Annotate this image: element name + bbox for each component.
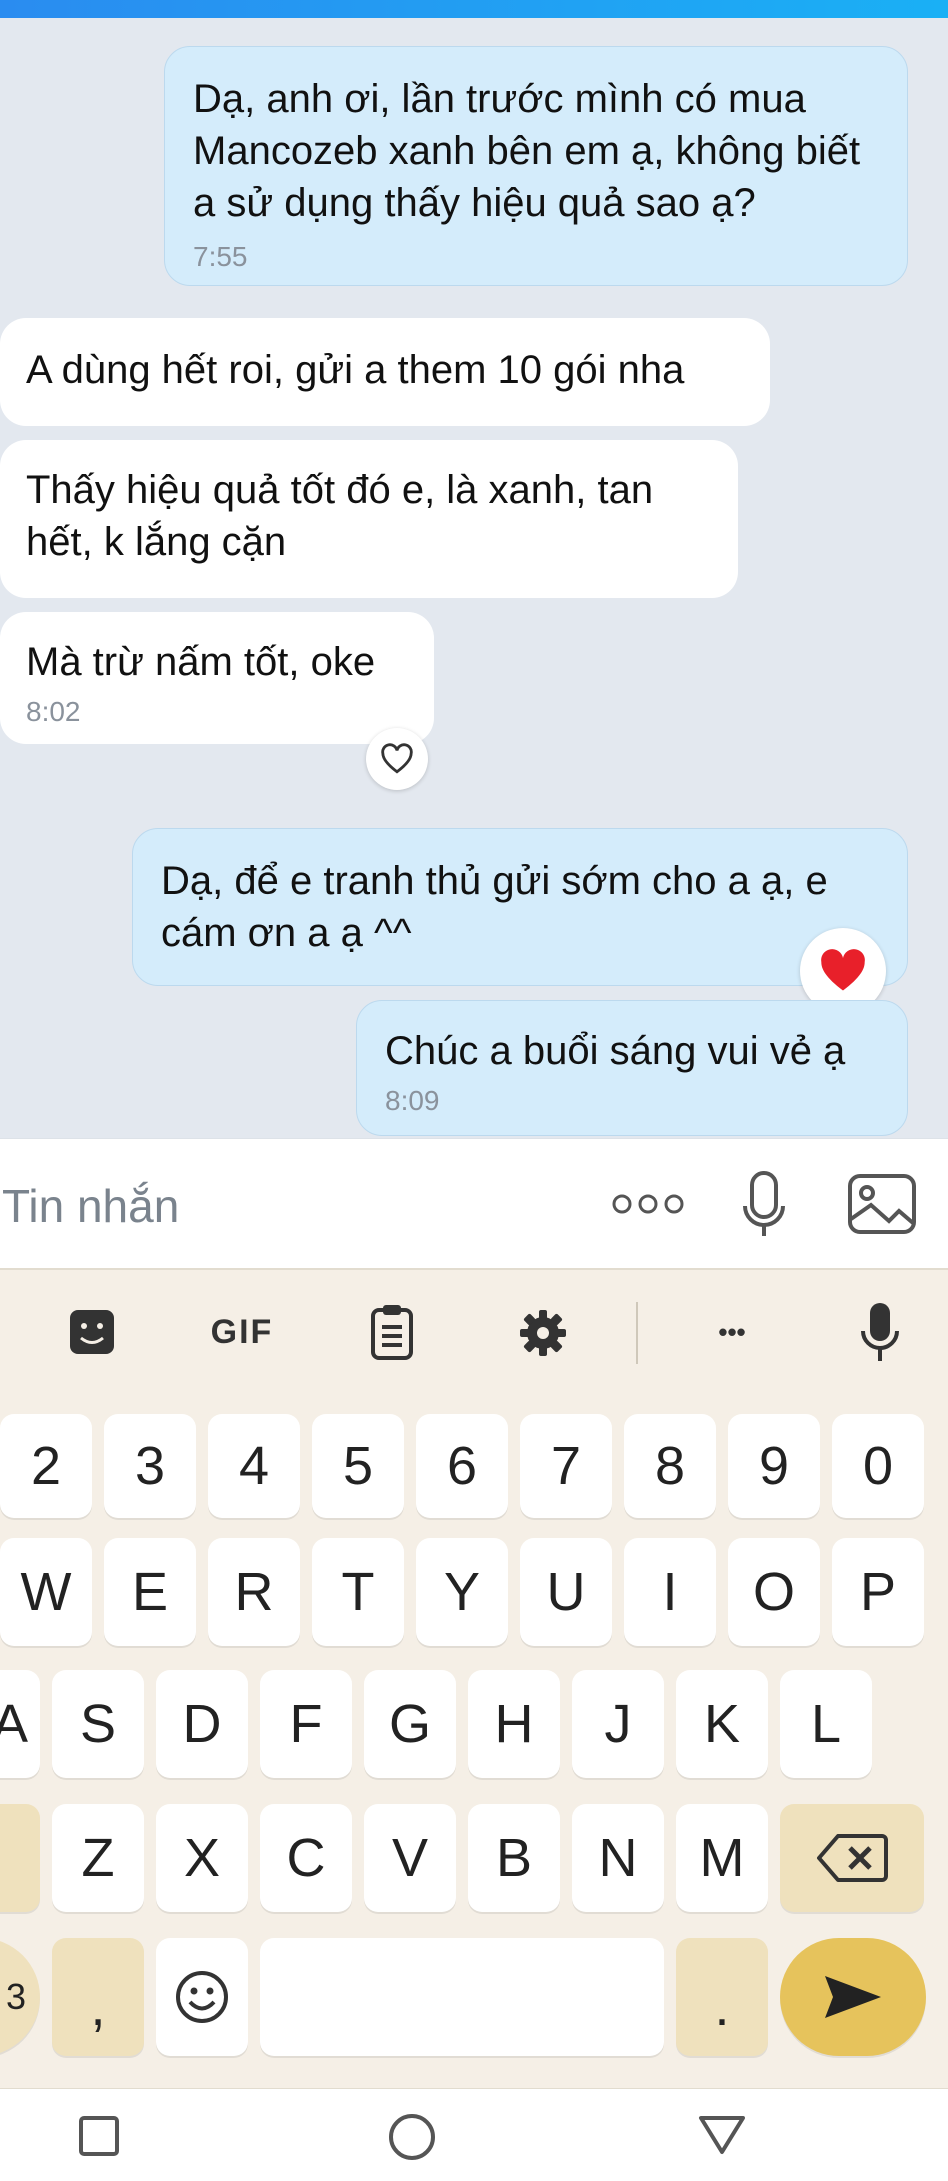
backspace-key[interactable] <box>780 1804 924 1912</box>
key-f[interactable]: F <box>260 1670 352 1778</box>
message-text: Mà trừ nấm tốt, oke <box>26 640 376 684</box>
space-key[interactable] <box>260 1938 664 2056</box>
microphone-icon[interactable] <box>736 1167 792 1243</box>
message-outgoing[interactable]: Dạ, anh ơi, lần trước mình có mua Mancoz… <box>164 46 908 286</box>
voice-input-icon[interactable] <box>854 1298 906 1368</box>
message-time: 8:02 <box>26 696 81 727</box>
shift-key[interactable] <box>0 1804 40 1912</box>
key-0[interactable]: 0 <box>832 1414 924 1518</box>
key-3[interactable]: 3 <box>104 1414 196 1518</box>
comma-key[interactable]: , <box>52 1938 144 2056</box>
recent-apps-icon[interactable] <box>74 2111 124 2161</box>
emoji-key[interactable] <box>156 1938 248 2056</box>
message-input[interactable]: Tin nhắn <box>2 1179 179 1233</box>
message-text: A dùng hết roi, gửi a them 10 gói nha <box>26 348 685 392</box>
key-m[interactable]: M <box>676 1804 768 1912</box>
clipboard-icon[interactable] <box>364 1300 420 1364</box>
key-z[interactable]: Z <box>52 1804 144 1912</box>
key-d[interactable]: D <box>156 1670 248 1778</box>
key-s[interactable]: S <box>52 1670 144 1778</box>
key-e[interactable]: E <box>104 1538 196 1646</box>
key-a[interactable]: A <box>0 1670 40 1778</box>
key-7[interactable]: 7 <box>520 1414 612 1518</box>
message-text: Chúc a buổi sáng vui vẻ ạ <box>385 1029 846 1073</box>
home-icon[interactable] <box>384 2109 440 2165</box>
key-b[interactable]: B <box>468 1804 560 1912</box>
key-r[interactable]: R <box>208 1538 300 1646</box>
key-v[interactable]: V <box>364 1804 456 1912</box>
message-outgoing[interactable]: Chúc a buổi sáng vui vẻ ạ 8:09 <box>356 1000 908 1136</box>
message-text: Dạ, anh ơi, lần trước mình có mua Mancoz… <box>193 77 861 225</box>
key-g[interactable]: G <box>364 1670 456 1778</box>
key-4[interactable]: 4 <box>208 1414 300 1518</box>
emoji-icon <box>176 1971 228 2023</box>
key-j[interactable]: J <box>572 1670 664 1778</box>
react-heart-button[interactable] <box>366 728 428 790</box>
send-icon <box>825 1976 881 2018</box>
back-icon[interactable] <box>694 2109 750 2161</box>
key-w[interactable]: W <box>0 1538 92 1646</box>
toolbar-divider <box>636 1302 638 1364</box>
key-x[interactable]: X <box>156 1804 248 1912</box>
key-c[interactable]: C <box>260 1804 352 1912</box>
more-options-button[interactable]: ••• <box>700 1304 764 1360</box>
key-k[interactable]: K <box>676 1670 768 1778</box>
sticker-icon[interactable] <box>64 1304 120 1360</box>
message-time: 8:09 <box>385 1085 440 1116</box>
key-n[interactable]: N <box>572 1804 664 1912</box>
more-dots-icon[interactable] <box>608 1179 688 1229</box>
status-accent-bar <box>0 0 948 18</box>
key-y[interactable]: Y <box>416 1538 508 1646</box>
system-nav-bar <box>0 2088 948 2181</box>
message-outgoing[interactable]: Dạ, để e tranh thủ gửi sớm cho a ạ, e cá… <box>132 828 908 986</box>
message-text: Thấy hiệu quả tốt đó e, là xanh, tan hết… <box>26 468 654 564</box>
key-i[interactable]: I <box>624 1538 716 1646</box>
message-text: Dạ, để e tranh thủ gửi sớm cho a ạ, e cá… <box>161 859 828 955</box>
message-incoming[interactable]: Thấy hiệu quả tốt đó e, là xanh, tan hết… <box>0 440 738 598</box>
key-o[interactable]: O <box>728 1538 820 1646</box>
symbols-key[interactable]: 3 <box>0 1938 40 2056</box>
message-time: 7:55 <box>193 241 248 272</box>
message-incoming[interactable]: A dùng hết roi, gửi a them 10 gói nha <box>0 318 770 426</box>
key-5[interactable]: 5 <box>312 1414 404 1518</box>
gif-button[interactable]: GIF <box>200 1304 284 1360</box>
send-key[interactable] <box>780 1938 926 2056</box>
key-t[interactable]: T <box>312 1538 404 1646</box>
message-composer: Tin nhắn <box>0 1138 948 1269</box>
backspace-icon <box>817 1834 888 1882</box>
key-l[interactable]: L <box>780 1670 872 1778</box>
key-8[interactable]: 8 <box>624 1414 716 1518</box>
key-h[interactable]: H <box>468 1670 560 1778</box>
message-incoming[interactable]: Mà trừ nấm tốt, oke 8:02 <box>0 612 434 744</box>
heart-filled-icon <box>821 949 865 991</box>
key-p[interactable]: P <box>832 1538 924 1646</box>
settings-gear-icon[interactable] <box>514 1304 572 1362</box>
key-u[interactable]: U <box>520 1538 612 1646</box>
period-key[interactable]: . <box>676 1938 768 2056</box>
keyboard: GIF ••• 2 3 4 5 6 7 8 9 0 W E R T Y U I … <box>0 1268 948 2090</box>
heart-outline-icon <box>381 743 413 774</box>
image-icon[interactable] <box>846 1171 918 1237</box>
key-6[interactable]: 6 <box>416 1414 508 1518</box>
key-2[interactable]: 2 <box>0 1414 92 1518</box>
key-9[interactable]: 9 <box>728 1414 820 1518</box>
